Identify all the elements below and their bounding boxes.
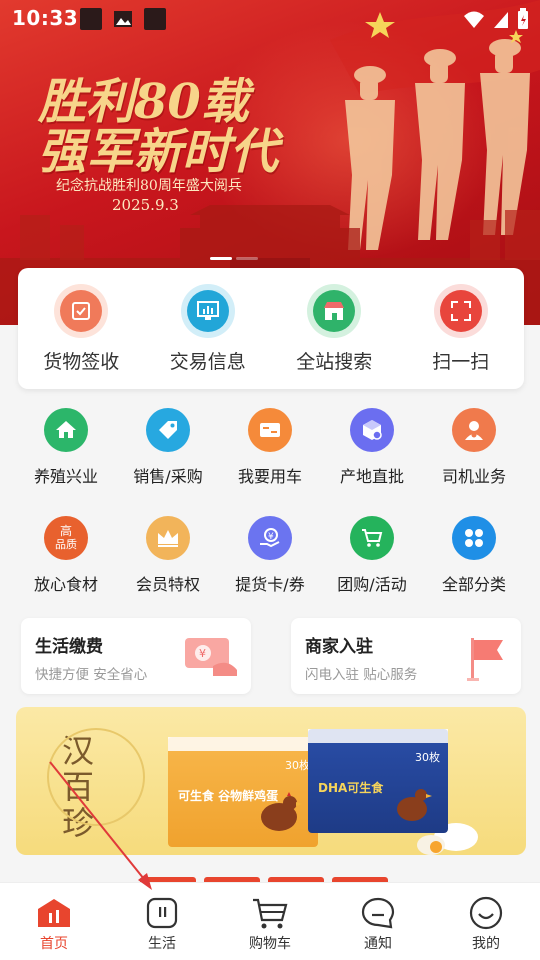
status-icons (462, 8, 530, 30)
grid-item-label: 司机业务 (441, 467, 506, 486)
status-bar: 10:33 (0, 0, 540, 36)
box-tag: 30枚 (415, 751, 440, 764)
bottom-tab-bar: 首页 生活 购物车 通知 我的 (0, 882, 540, 960)
card-icon (248, 408, 292, 452)
grid-item-origin-wholesale[interactable]: 产地直批 (321, 408, 423, 487)
grid-item-label: 全部分类 (441, 575, 506, 594)
svg-text:¥: ¥ (268, 532, 274, 542)
cart-icon (250, 895, 290, 931)
banner-title-line2: 强军新时代 (38, 124, 279, 180)
grid-item-hire-vehicle[interactable]: 我要用车 (219, 408, 321, 487)
egg-box-blue: 30枚 DHA可生食 (308, 729, 448, 833)
store-icon (307, 284, 362, 338)
life-icon (142, 895, 182, 931)
quality-badge-icon: 高 品质 (44, 516, 88, 560)
egg-box-orange: 30枚 可生食 谷物鲜鸡蛋 (168, 737, 318, 847)
banner-pagination (210, 257, 258, 260)
tab-label: 通知 (364, 936, 392, 952)
notification-icon (80, 8, 102, 30)
tab-label: 购物车 (249, 936, 291, 952)
grid-item-label: 会员特权 (135, 575, 200, 594)
grid-item-label: 放心食材 (33, 575, 98, 594)
banner-subtitle: 纪念抗战胜利80周年盛大阅兵 (56, 178, 242, 194)
status-time: 10:33 (12, 6, 79, 30)
monitor-chart-icon (180, 284, 235, 338)
coin-hand-icon: ¥ (248, 516, 292, 560)
quick-action-label: 交易信息 (169, 351, 246, 373)
grid-item-label: 我要用车 (237, 467, 302, 486)
badge-top-text: 高 (59, 524, 72, 538)
quick-action-trade-info[interactable]: 交易信息 (145, 268, 272, 389)
tab-label: 我的 (472, 936, 500, 952)
promo-banner[interactable]: 汉百珍 30枚 可生食 谷物鲜鸡蛋 30枚 DHA可生食 (16, 707, 526, 855)
quick-action-goods-receipt[interactable]: 货物签收 (18, 268, 145, 389)
box-shield-icon (350, 408, 394, 452)
quick-action-site-search[interactable]: 全站搜索 (271, 268, 398, 389)
tab-life[interactable]: 生活 (108, 883, 216, 960)
tab-profile[interactable]: 我的 (432, 883, 540, 960)
tab-notifications[interactable]: 通知 (324, 883, 432, 960)
tab-cart[interactable]: 购物车 (216, 883, 324, 960)
pagination-dot (236, 257, 258, 260)
svg-text:¥: ¥ (199, 647, 206, 660)
service-card-utility-payment[interactable]: 生活缴费 快捷方便 安全省心 ¥ (21, 618, 251, 694)
grid-item-member-perks[interactable]: 会员特权 (117, 516, 219, 595)
wifi-icon (464, 11, 484, 28)
banner-date: 2025.9.3 (112, 196, 179, 214)
tab-label: 生活 (148, 936, 176, 952)
category-grid-row2: 高 品质 放心食材 会员特权 ¥ 提货卡/券 团购/活动 全部分类 (15, 516, 525, 595)
grid-item-safe-food[interactable]: 高 品质 放心食材 (15, 516, 117, 595)
signal-icon (494, 12, 508, 28)
grid-item-label: 团购/活动 (337, 575, 407, 594)
quick-action-label: 扫一扫 (432, 351, 490, 373)
driver-person-icon (452, 408, 496, 452)
grid-item-pickup-card[interactable]: ¥ 提货卡/券 (219, 516, 321, 595)
badge-bottom-text: 品质 (55, 538, 77, 551)
home-icon (34, 895, 74, 931)
flag-icon (467, 638, 503, 681)
quick-action-label: 全站搜索 (296, 351, 373, 373)
shopping-cart-icon (350, 516, 394, 560)
grid-item-label: 提货卡/券 (235, 575, 305, 594)
app-notification-icon (144, 8, 166, 30)
box-lid (168, 737, 318, 751)
tag-icon (146, 408, 190, 452)
chat-bubble-icon (358, 895, 398, 931)
grid-item-driver-services[interactable]: 司机业务 (423, 408, 525, 487)
grid-item-label: 养殖兴业 (33, 467, 98, 486)
grid-item-label: 销售/采购 (133, 467, 203, 486)
payment-card-icon: ¥ (185, 638, 237, 676)
box-lid (308, 729, 448, 743)
scan-icon (433, 284, 488, 338)
service-card-merchant-join[interactable]: 商家入驻 闪电入驻 贴心服务 (291, 618, 521, 694)
box-tag: 30枚 (285, 759, 310, 772)
hen-icon (261, 792, 302, 831)
tab-home[interactable]: 首页 (0, 883, 108, 960)
grid-item-sales-purchase[interactable]: 销售/采购 (117, 408, 219, 487)
grid-item-all-categories[interactable]: 全部分类 (423, 516, 525, 595)
category-grid-row1: 养殖兴业 销售/采购 我要用车 产地直批 司机业务 (15, 408, 525, 487)
package-check-icon (54, 284, 109, 338)
image-icon (112, 8, 134, 30)
quick-action-label: 货物签收 (43, 351, 120, 373)
pagination-dot-active (210, 257, 232, 260)
quick-actions-card: 货物签收 交易信息 全站搜索 扫一扫 (18, 268, 524, 389)
grid-item-group-buy[interactable]: 团购/活动 (321, 516, 423, 595)
crown-icon (146, 516, 190, 560)
grid-item-label: 产地直批 (339, 467, 404, 486)
quick-action-scan[interactable]: 扫一扫 (398, 268, 525, 389)
tab-label: 首页 (40, 936, 68, 952)
box-text: DHA可生食 (318, 781, 384, 795)
battery-icon (518, 8, 528, 29)
four-grid-icon (452, 516, 496, 560)
hen-icon (397, 789, 432, 821)
grid-item-breeding[interactable]: 养殖兴业 (15, 408, 117, 487)
smile-face-icon (466, 895, 506, 931)
farm-house-icon (44, 408, 88, 452)
